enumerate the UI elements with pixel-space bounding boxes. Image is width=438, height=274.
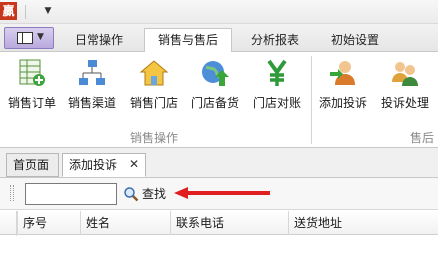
user-add-icon (330, 61, 355, 85)
app-logo-icon[interactable]: 贏 (0, 2, 17, 20)
tab-initial-settings[interactable]: 初始设置 (320, 29, 390, 51)
search-input[interactable] (25, 183, 117, 205)
spreadsheet-add-icon (19, 59, 45, 86)
sales-channel-button[interactable]: 销售渠道 (63, 56, 121, 116)
sales-order-button[interactable]: 销售订单 (3, 56, 61, 116)
column-header-address[interactable]: 送货地址 (288, 211, 438, 235)
add-complaint-button[interactable]: 添加投诉 (314, 56, 372, 116)
close-tab-icon[interactable]: ✕ (129, 157, 141, 171)
yen-icon (267, 59, 287, 86)
tab-sales-after-sales[interactable]: 销售与售后 (144, 28, 232, 53)
title-bar (0, 0, 438, 24)
quick-access-dropdown-icon[interactable]: ▼ (42, 4, 54, 18)
search-icon (124, 187, 139, 202)
group-label-after-sales: 售后 (410, 131, 435, 145)
table-body (0, 236, 438, 274)
complaint-handling-button[interactable]: 投诉处理 (376, 56, 434, 116)
panel-icon (17, 32, 33, 44)
group-separator (311, 56, 312, 144)
doc-tab-home[interactable]: 首页面 (6, 153, 59, 177)
store-stocking-button[interactable]: 门店备货 (186, 56, 244, 116)
red-arrow-annotation (174, 187, 270, 199)
column-header-name[interactable]: 姓名 (80, 211, 170, 235)
sales-order-label: 销售订单 (7, 96, 56, 110)
sales-store-button[interactable]: 销售门店 (125, 56, 183, 116)
store-reconciliation-button[interactable]: 门店对账 (248, 56, 306, 116)
application-menu-button[interactable]: ▼ (4, 27, 54, 49)
users-icon (392, 62, 418, 86)
store-reconciliation-label: 门店对账 (252, 96, 301, 110)
chevron-down-icon: ▼ (37, 32, 44, 42)
home-icon (139, 60, 169, 86)
store-stocking-label: 门店备货 (190, 96, 239, 110)
tab-daily-operations[interactable]: 日常操作 (64, 29, 134, 51)
network-icon (79, 60, 105, 85)
column-header-phone[interactable]: 联系电话 (170, 211, 288, 235)
sales-channel-label: 销售渠道 (67, 96, 116, 110)
tab-analysis-reports[interactable]: 分析报表 (240, 29, 310, 51)
add-complaint-label: 添加投诉 (318, 96, 367, 110)
column-header-number[interactable]: 序号 (17, 211, 80, 235)
complaint-handling-label: 投诉处理 (380, 96, 429, 110)
toolbar-grip-handle[interactable] (10, 185, 14, 201)
search-button-label: 查找 (142, 187, 167, 201)
quick-access-separator (25, 5, 26, 19)
search-button[interactable]: 查找 (121, 184, 171, 204)
group-label-sales-ops: 销售操作 (130, 131, 179, 145)
sales-store-label: 销售门店 (129, 96, 178, 110)
globe-up-icon (202, 61, 229, 86)
